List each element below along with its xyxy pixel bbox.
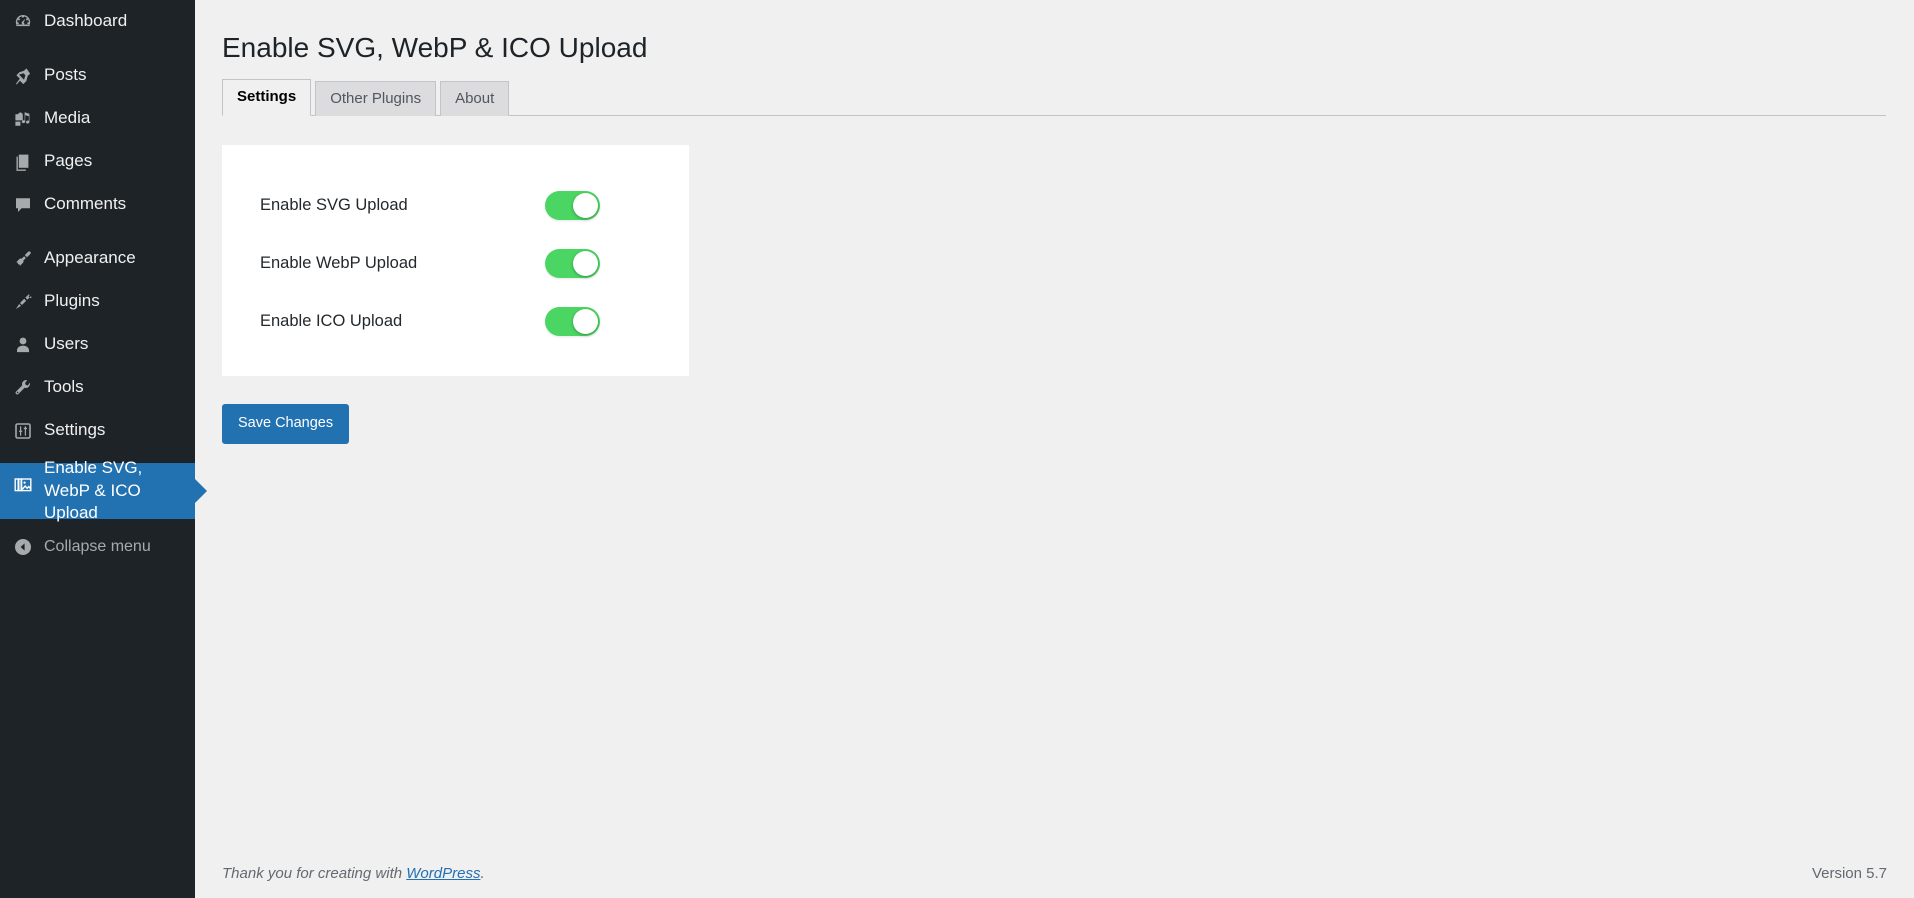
sidebar-item-label: Tools (44, 377, 84, 397)
collapse-arrow-icon (2, 537, 44, 557)
sidebar-item-label: Pages (44, 151, 93, 171)
sidebar-item-label: Plugins (44, 291, 100, 311)
dashboard-icon (2, 12, 44, 32)
toggle-enable-ico-upload[interactable] (545, 306, 600, 336)
collapse-menu-button[interactable]: Collapse menu (0, 525, 195, 568)
footer-thankyou-text: Thank you for creating with WordPress. (222, 865, 485, 882)
sliders-icon (2, 421, 44, 441)
admin-sidebar: Dashboard Posts Media Pages Comments App… (0, 0, 207, 898)
footer-thanks-suffix: . (480, 864, 485, 882)
collapse-menu-label: Collapse menu (44, 537, 151, 555)
sidebar-item-comments[interactable]: Comments (0, 183, 195, 226)
sidebar-item-users[interactable]: Users (0, 323, 195, 366)
wordpress-link[interactable]: WordPress (406, 865, 480, 882)
sidebar-item-label: Posts (44, 65, 87, 85)
setting-label-webp: Enable WebP Upload (260, 253, 418, 272)
sidebar-item-enable-svg-webp-ico-upload[interactable]: Enable SVG, WebP & ICO Upload (0, 458, 207, 522)
pages-icon (2, 152, 44, 172)
sidebar-item-label: Settings (44, 420, 106, 440)
setting-row-svg: Enable SVG Upload (222, 176, 689, 234)
sidebar-separator (0, 226, 195, 237)
version-text: Version 5.7 (1811, 864, 1887, 882)
tab-about[interactable]: About (440, 80, 510, 117)
tab-other-plugins[interactable]: Other Plugins (315, 80, 437, 117)
setting-row-ico: Enable ICO Upload (222, 292, 689, 350)
sidebar-item-label: Enable SVG, WebP & ICO Upload (44, 457, 143, 523)
sidebar-item-label: Comments (44, 194, 127, 214)
sidebar-item-plugins[interactable]: Plugins (0, 280, 195, 323)
admin-footer: Thank you for creating with WordPress. V… (195, 848, 1914, 898)
toggle-enable-svg-upload[interactable] (545, 190, 600, 220)
wp-admin-screen: Dashboard Posts Media Pages Comments App… (0, 0, 1914, 898)
sidebar-item-pages[interactable]: Pages (0, 140, 195, 183)
pin-icon (2, 66, 44, 86)
plug-icon (2, 292, 44, 312)
tab-bar: Settings Other Plugins About (222, 78, 1886, 117)
save-changes-button[interactable]: Save Changes (222, 404, 350, 444)
toggle-knob (573, 308, 598, 334)
toggle-knob (573, 250, 598, 276)
sidebar-separator (0, 43, 195, 54)
toggle-enable-webp-upload[interactable] (545, 248, 600, 278)
sidebar-item-label: Users (44, 334, 89, 354)
paintbrush-icon (2, 249, 44, 269)
setting-label-ico: Enable ICO Upload (260, 311, 403, 330)
setting-label-svg: Enable SVG Upload (260, 195, 408, 214)
wrench-icon (2, 378, 44, 398)
sidebar-item-label: Dashboard (44, 11, 128, 31)
comment-icon (2, 195, 44, 215)
page-title: Enable SVG, WebP & ICO Upload (222, 32, 648, 63)
sidebar-item-label: Media (44, 108, 91, 128)
sidebar-item-media[interactable]: Media (0, 97, 195, 140)
sidebar-item-appearance[interactable]: Appearance (0, 237, 195, 280)
sidebar-item-dashboard[interactable]: Dashboard (0, 0, 195, 43)
user-icon (2, 335, 44, 355)
tab-settings[interactable]: Settings (222, 78, 312, 117)
setting-row-webp: Enable WebP Upload (222, 234, 689, 292)
sidebar-item-tools[interactable]: Tools (0, 366, 195, 409)
images-stack-icon (2, 475, 44, 495)
footer-thanks-prefix: Thank you for creating with (222, 864, 407, 882)
media-icon (2, 109, 44, 129)
sidebar-item-posts[interactable]: Posts (0, 54, 195, 97)
toggle-knob (573, 192, 598, 218)
main-content: Enable SVG, WebP & ICO Upload Settings O… (195, 0, 1914, 898)
settings-card: Enable SVG Upload Enable WebP Upload Ena… (222, 145, 689, 377)
sidebar-item-settings[interactable]: Settings (0, 409, 195, 452)
sidebar-item-label: Appearance (44, 248, 136, 268)
